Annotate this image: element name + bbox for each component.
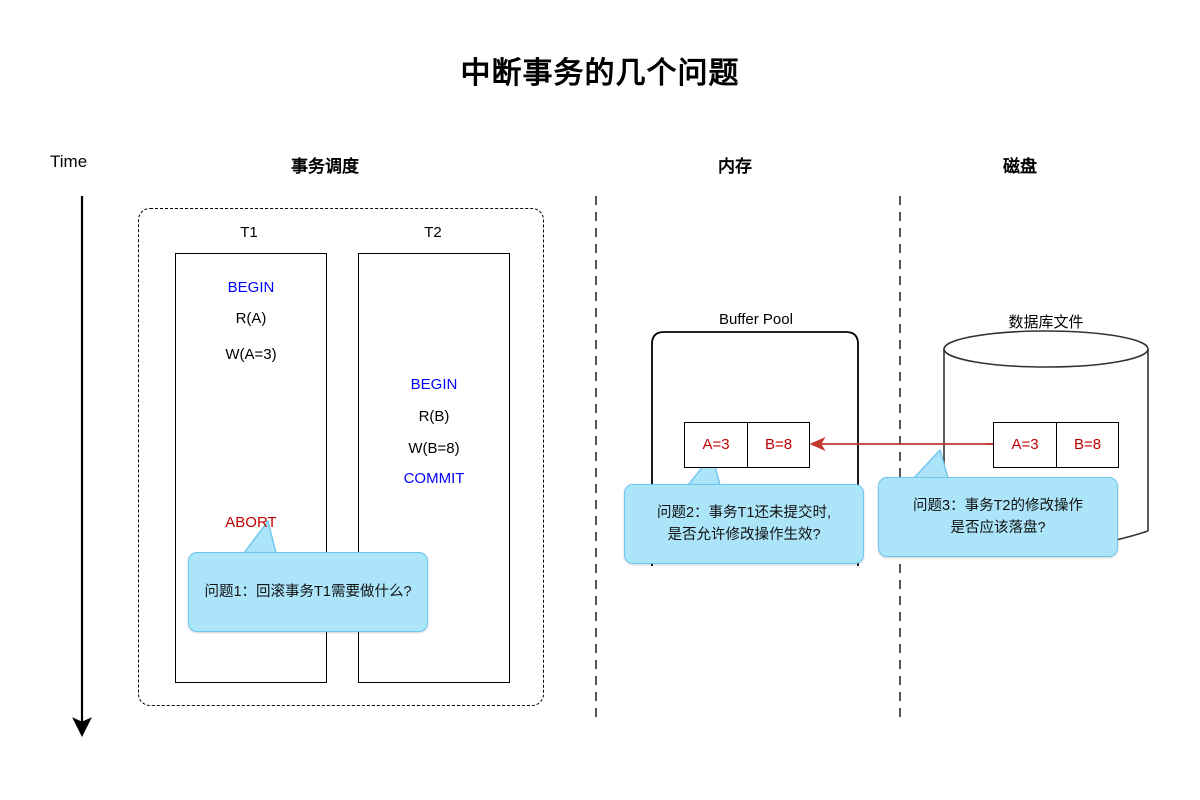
column-header-memory: 内存 — [718, 157, 752, 176]
buffer-cell-b: B=8 — [747, 423, 809, 467]
t1-op-abort: ABORT — [225, 514, 277, 531]
t2-op-write-b: W(B=8) — [408, 440, 460, 457]
callout-2-line-1: 问题2：事务T1还未提交时, — [656, 504, 831, 521]
callout-question-3: 问题3：事务T2的修改操作 是否应该落盘? — [878, 477, 1118, 557]
callout-2-line-2: 是否允许修改操作生效? — [667, 527, 821, 543]
t2-op-begin: BEGIN — [410, 376, 458, 393]
database-file-label: 数据库文件 — [1008, 314, 1084, 331]
t1-op-begin: BEGIN — [227, 279, 275, 296]
callout-3-line-2: 是否应该落盘? — [950, 520, 1046, 536]
disk-cell-a: A=3 — [1011, 436, 1039, 453]
callout-1-line-1: 问题1：回滚事务T1需要做什么? — [204, 583, 412, 600]
t2-op-read-b: R(B) — [418, 408, 450, 425]
buffer-cell-a: A=3 — [702, 436, 730, 453]
transaction-label-t1: T1 — [240, 224, 258, 241]
transaction-label-t2: T2 — [424, 224, 442, 241]
disk-cell-b: B=8 — [1056, 423, 1118, 467]
diagram-canvas: 中断事务的几个问题 Time 事务调度 内存 磁盘 T1 T2 BEGIN R(… — [0, 0, 1200, 800]
buffer-pool-cells: A=3 B=8 — [684, 422, 810, 468]
column-header-disk: 磁盘 — [1003, 157, 1037, 176]
t1-op-read-a: R(A) — [235, 310, 267, 327]
database-file-cells: A=3 B=8 — [993, 422, 1119, 468]
column-header-schedule: 事务调度 — [291, 157, 359, 176]
t1-op-write-a: W(A=3) — [225, 346, 277, 363]
callout-3-line-1: 问题3：事务T2的修改操作 — [913, 497, 1083, 514]
column-header-time: Time — [50, 152, 88, 171]
callout-3-tail — [913, 449, 949, 479]
page-title: 中断事务的几个问题 — [460, 57, 740, 90]
callout-question-2: 问题2：事务T1还未提交时, 是否允许修改操作生效? — [624, 484, 864, 564]
callout-question-1: 问题1：回滚事务T1需要做什么? — [188, 552, 428, 632]
t2-op-commit: COMMIT — [403, 470, 465, 487]
buffer-pool-label: Buffer Pool — [719, 311, 793, 328]
